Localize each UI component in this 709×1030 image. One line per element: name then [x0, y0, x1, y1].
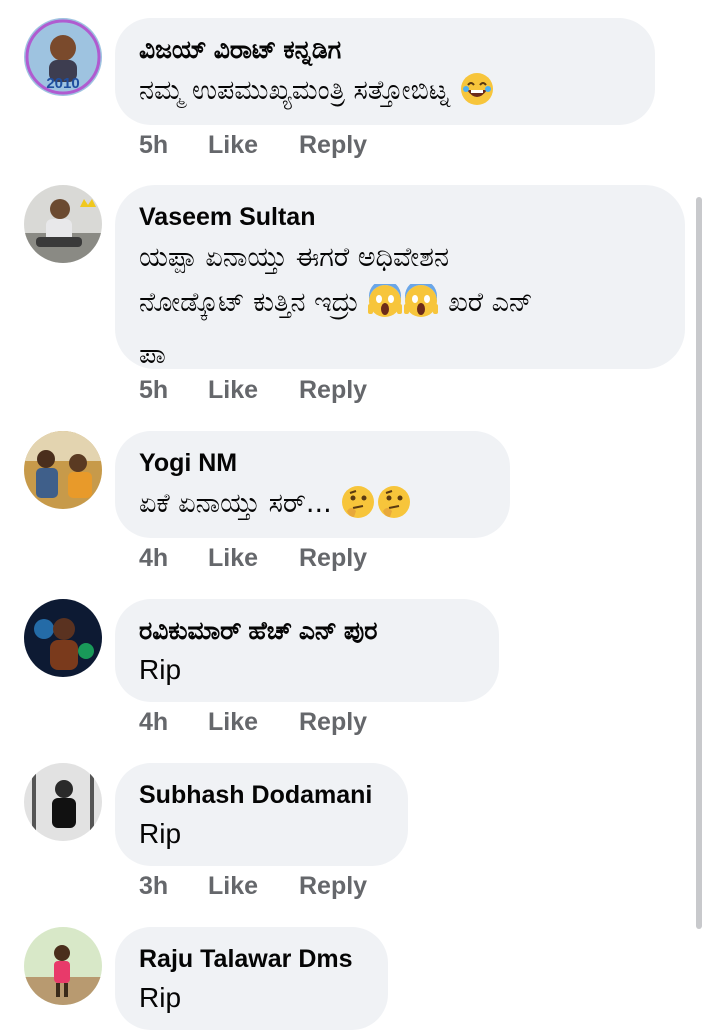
comment-bubble[interactable]: Vaseem Sultan ಯಪ್ಪಾ ಏನಾಯ್ತು ಈಗರೆ ಅಧಿವೇಶನ…: [115, 185, 685, 370]
comment-text: Rip: [139, 818, 182, 849]
comment-text: ಯಪ್ಪಾ ಏನಾಯ್ತು ಈಗರೆ ಅಧಿವೇಶನ ನೋಡ್ಕೊಟ್ ಕುತ್ತ…: [139, 235, 661, 377]
thinking-emoji-icon: [377, 485, 411, 533]
like-button[interactable]: Like: [208, 706, 299, 738]
comment-actions: 5h Like Reply: [139, 129, 367, 161]
avatar-photo: [24, 185, 102, 263]
avatar-photo: 2010: [24, 18, 102, 96]
comment-actions: 5h Like Reply: [139, 374, 367, 406]
comment-actions: 4h Like Reply: [139, 542, 367, 574]
comment-text-line: ಯಪ್ಪಾ ಏನಾಯ್ತು ಈಗರೆ ಅಧಿವೇಶನ: [139, 242, 449, 273]
comment-bubble[interactable]: ವಿಜಯ್ ವಿರಾಟ್ ಕನ್ನಡಿಗ ನಮ್ಮ ಉಪಮುಖ್ಯಮಂತ್ರಿ …: [115, 18, 655, 125]
avatar[interactable]: 2010: [24, 18, 102, 96]
avatar-photo: [24, 431, 102, 509]
comment-text: Rip: [139, 654, 182, 685]
comment-author[interactable]: ವಿಜಯ್ ವಿರಾಟ್ ಕನ್ನಡಿಗ: [139, 34, 631, 66]
avatar-photo: [24, 927, 102, 1005]
avatar-photo: [24, 763, 102, 841]
reply-button[interactable]: Reply: [299, 374, 367, 406]
avatar[interactable]: [24, 763, 102, 841]
avatar[interactable]: [24, 599, 102, 677]
comment-author[interactable]: Vaseem Sultan: [139, 201, 661, 233]
comment-text: ಏಕೆ ಏನಾಯ್ತು ಸರ್...: [139, 481, 486, 533]
comment-actions: 3h Like Reply: [139, 870, 367, 902]
like-button[interactable]: Like: [208, 870, 299, 902]
comment-bubble[interactable]: Yogi NM ಏಕೆ ಏನಾಯ್ತು ಸರ್...: [115, 431, 510, 538]
comment-text-line: ಖರೆ ಎನ್: [448, 287, 533, 318]
laughing-emoji-icon: [460, 72, 494, 120]
like-button[interactable]: Like: [208, 542, 299, 574]
comment-author[interactable]: Yogi NM: [139, 447, 486, 479]
comment-time: 5h: [139, 131, 169, 159]
comment-actions: 4h Like Reply: [139, 706, 367, 738]
comment-time: 4h: [139, 544, 169, 572]
reply-button[interactable]: Reply: [299, 129, 367, 161]
reply-button[interactable]: Reply: [299, 870, 367, 902]
comment-bubble[interactable]: ರವಿಕುಮಾರ್ ಹೆಚ್ ಎನ್ ಪುರ Rip: [115, 599, 499, 702]
comment-text: Rip: [139, 982, 182, 1013]
avatar[interactable]: [24, 185, 102, 263]
comment-bubble[interactable]: Raju Talawar Dms Rip: [115, 927, 388, 1030]
comment-text-content: ಏಕೆ ಏನಾಯ್ತು ಸರ್...: [139, 488, 332, 519]
reply-button[interactable]: Reply: [299, 542, 367, 574]
like-button[interactable]: Like: [208, 129, 299, 161]
scrollbar[interactable]: [696, 197, 702, 929]
avatar-photo: [24, 599, 102, 677]
comment-author[interactable]: Raju Talawar Dms: [139, 943, 364, 975]
avatar-caption: 2010: [46, 75, 79, 92]
comment-text-line: ಪಾ: [139, 339, 166, 370]
comment-author[interactable]: ರವಿಕುಮಾರ್ ಹೆಚ್ ಎನ್ ಪುರ: [139, 615, 475, 647]
thinking-emoji-icon: [341, 485, 375, 533]
comment-time: 3h: [139, 872, 169, 900]
comment-text-line: ನೋಡ್ಕೊಟ್ ಕುತ್ತಿನ ಇದ್ರು: [139, 287, 359, 318]
avatar[interactable]: [24, 927, 102, 1005]
comment-text-content: ನಮ್ಮ ಉಪಮುಖ್ಯಮಂತ್ರಿ ಸತ್ತೋಬಿಟ್ನ: [139, 75, 451, 106]
screaming-emoji-icon: [404, 280, 439, 332]
comment-text: ನಮ್ಮ ಉಪಮುಖ್ಯಮಂತ್ರಿ ಸತ್ತೋಬಿಟ್ನ: [139, 68, 631, 120]
like-button[interactable]: Like: [208, 374, 299, 406]
avatar[interactable]: [24, 431, 102, 509]
comment-time: 4h: [139, 708, 169, 736]
comment-time: 5h: [139, 376, 169, 404]
comment-author[interactable]: Subhash Dodamani: [139, 779, 384, 811]
screaming-emoji-icon: [368, 280, 403, 332]
reply-button[interactable]: Reply: [299, 706, 367, 738]
comment-bubble[interactable]: Subhash Dodamani Rip: [115, 763, 408, 866]
